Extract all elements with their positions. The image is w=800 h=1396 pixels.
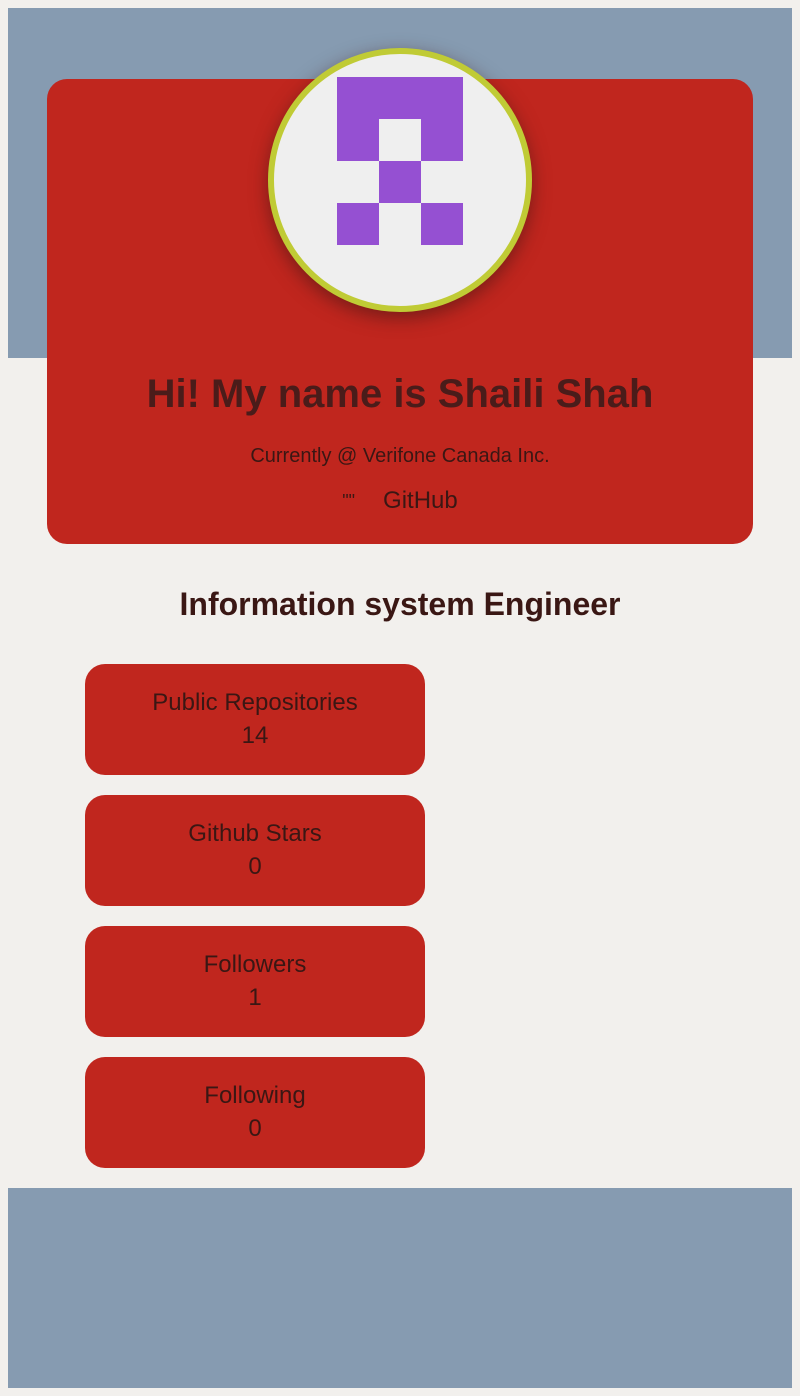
stat-label: Github Stars — [188, 820, 322, 847]
stat-value: 14 — [241, 722, 269, 749]
page-title: Hi! My name is Shaili Shah — [146, 372, 654, 416]
stat-value: 0 — [248, 1115, 262, 1142]
avatar — [268, 48, 532, 312]
current-employer: Currently @ Verifone Canada Inc. — [250, 445, 550, 467]
github-link[interactable]: GitHub — [383, 487, 458, 514]
stat-card-following: Following 0 — [85, 1057, 425, 1168]
stat-label: Followers — [203, 951, 307, 978]
profile-links: "" GitHub — [47, 486, 753, 516]
stat-label: Following — [204, 1082, 306, 1109]
stat-card-public-repositories: Public Repositories 14 — [85, 664, 425, 775]
role-title: Information system Engineer — [179, 586, 621, 622]
stat-card-github-stars: Github Stars 0 — [85, 795, 425, 906]
stat-value: 0 — [248, 853, 262, 880]
stat-card-followers: Followers 1 — [85, 926, 425, 1037]
stat-value: 1 — [248, 984, 262, 1011]
stat-label: Public Repositories — [152, 689, 358, 716]
quote-icon: "" — [342, 491, 356, 511]
identicon-icon — [337, 77, 463, 245]
footer-background — [8, 1188, 792, 1388]
